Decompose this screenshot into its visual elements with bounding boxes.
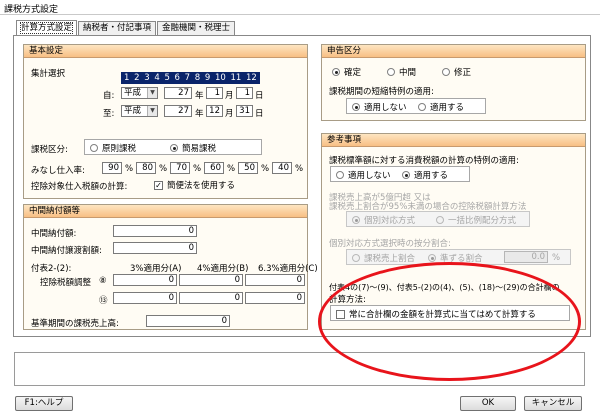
col-head-63: 6.3%適用分(C) (258, 264, 318, 274)
from-month-field[interactable]: 1 (206, 87, 223, 99)
to-era-select[interactable]: 平成 ▼ (121, 105, 158, 117)
always-formula-checkbox[interactable]: 常に合計欄の金額を計算式に当てはめて計算する (336, 308, 536, 320)
tab-calc-method[interactable]: 計算方式設定 (16, 20, 78, 35)
tab-bank[interactable]: 金融機関・税理士 (157, 21, 236, 35)
radio-principle[interactable]: 原則課税 (90, 142, 136, 154)
cancel-button[interactable]: キャンセル (524, 396, 582, 411)
tab-taxpayer[interactable]: 納税者・付記事項 (78, 21, 157, 35)
month-selector[interactable]: 1 2 3 4 5 6 7 8 9 10 11 12 (121, 72, 260, 84)
tab-body: 基本設定 集計選択 1 2 3 4 5 6 7 8 9 10 11 12 自: … (13, 35, 591, 337)
adjust-13-a[interactable]: 0 (113, 292, 177, 304)
alloc-ratio-field[interactable]: 0.0 (504, 251, 548, 263)
interim-panel: 中間納付額等 中間納付額: 0 中間納付譲渡割額: 0 付表2-(2): 3%適… (23, 204, 318, 330)
radio-lump-sum[interactable]: 一括比例配分方式 (436, 214, 516, 226)
calc-method-label-1: 付表4の(7)～(9)、付表5-(2)の(4)、(5)、(18)～(29)の合計… (329, 283, 560, 292)
chevron-down-icon: ▼ (147, 106, 157, 116)
rate-field-4[interactable]: 60 (204, 162, 224, 174)
radio-short-yes[interactable]: 適用する (418, 101, 464, 113)
interim-tax-field[interactable]: 0 (113, 225, 197, 237)
adjust-13-c[interactable]: 0 (245, 292, 305, 304)
rate-field-2[interactable]: 80 (136, 162, 156, 174)
attach-label: 付表2-(2): (31, 264, 72, 274)
interim-header: 中間納付額等 (24, 205, 307, 218)
reference-panel: 参考事項 課税標準額に対する消費税額の計算の特例の適用: 適用しない 適用する … (321, 133, 586, 330)
radio-amend[interactable]: 修正 (442, 66, 471, 78)
declaration-header: 申告区分 (322, 45, 585, 58)
ok-button[interactable]: OK (460, 396, 516, 411)
interim-local-label: 中間納付譲渡割額: (31, 246, 102, 256)
row-mark-8: ⑧ (99, 276, 107, 286)
chevron-down-icon: ▼ (147, 88, 157, 98)
rate-field-6[interactable]: 40 (272, 162, 292, 174)
basic-settings-header: 基本設定 (24, 45, 307, 58)
simple-method-checkbox[interactable]: ✓ 簡便法を使用する (154, 179, 235, 191)
radio-sales-ratio[interactable]: 課税売上割合 (352, 252, 415, 264)
interim-local-field[interactable]: 0 (113, 242, 197, 254)
radio-short-no[interactable]: 適用しない (352, 101, 407, 113)
short-period-label: 課税期間の短縮特例の適用: (329, 87, 434, 97)
from-label: 自: (103, 91, 115, 101)
radio-interim[interactable]: 中間 (387, 66, 416, 78)
to-year-field[interactable]: 27 (164, 105, 192, 117)
rate-field-3[interactable]: 70 (170, 162, 190, 174)
window-title: 課税方式設定 (4, 5, 59, 15)
adjust-8-b[interactable]: 0 (179, 274, 243, 286)
to-label: 至: (103, 109, 115, 119)
percent-label: % (193, 164, 202, 174)
year-unit: 年 (195, 91, 204, 101)
to-day-field[interactable]: 31 (236, 105, 253, 117)
base-sales-label: 基準期間の課税売上高: (31, 319, 119, 329)
base-sales-field[interactable]: 0 (146, 315, 230, 327)
declaration-panel: 申告区分 確定 中間 修正 課税期間の短縮特例の適用: 適用しない 適用する (321, 44, 586, 121)
adjust-13-b[interactable]: 0 (179, 292, 243, 304)
year-select-label: 集計選択 (31, 69, 66, 79)
alloc-label: 個別対応方式選択時の按分割合: (329, 239, 451, 249)
percent-label: % (159, 164, 168, 174)
to-month-field[interactable]: 12 (206, 105, 223, 117)
day-unit: 日 (255, 91, 264, 101)
col-head-4: 4%適用分(B) (197, 264, 249, 274)
year-unit: 年 (195, 109, 204, 119)
special-label: 課税標準額に対する消費税額の計算の特例の適用: (329, 156, 519, 166)
check-icon: ✓ (154, 180, 163, 190)
percent-label: % (125, 164, 134, 174)
col-head-3: 3%適用分(A) (130, 264, 182, 274)
basic-settings-panel: 基本設定 集計選択 1 2 3 4 5 6 7 8 9 10 11 12 自: … (23, 44, 308, 199)
adjust-8-a[interactable]: 0 (113, 274, 177, 286)
interim-tax-label: 中間納付額: (31, 229, 77, 239)
from-day-field[interactable]: 1 (236, 87, 253, 99)
percent-label: % (261, 164, 270, 174)
from-year-field[interactable]: 27 (164, 87, 192, 99)
tab-strip: 計算方式設定 納税者・付記事項 金融機関・税理士 (16, 20, 236, 35)
deemed-rate-label: みなし仕入率: (31, 166, 85, 176)
radio-special-no[interactable]: 適用しない (336, 169, 391, 181)
deduct-adjust-label: 控除税額調整 (40, 278, 92, 288)
percent-label: % (295, 164, 304, 174)
month-unit: 月 (225, 109, 234, 119)
radio-simplified[interactable]: 簡易課税 (170, 142, 216, 154)
title-bar: 課税方式設定 (0, 0, 600, 15)
month-unit: 月 (225, 91, 234, 101)
rate-field-1[interactable]: 90 (102, 162, 122, 174)
radio-special-yes[interactable]: 適用する (402, 169, 448, 181)
radio-final[interactable]: 確定 (332, 66, 361, 78)
day-unit: 日 (255, 109, 264, 119)
from-era-select[interactable]: 平成 ▼ (121, 87, 158, 99)
alloc-unit: % (552, 253, 561, 263)
radio-individual[interactable]: 個別対応方式 (352, 214, 415, 226)
message-area (14, 352, 585, 386)
tax-type-label: 課税区分: (31, 145, 68, 155)
help-button[interactable]: F1:ヘルプ (15, 396, 73, 411)
row-mark-13: ⑬ (99, 296, 108, 306)
reference-header: 参考事項 (322, 134, 585, 147)
deduction-calc-label: 控除対象仕入税額の計算: (31, 182, 128, 192)
radio-equivalent-ratio[interactable]: 準ずる割合 (428, 252, 483, 264)
adjust-8-c[interactable]: 0 (245, 274, 305, 286)
calc-method-label-2: 計算方法: (329, 295, 366, 305)
percent-label: % (227, 164, 236, 174)
rate-field-5[interactable]: 50 (238, 162, 258, 174)
